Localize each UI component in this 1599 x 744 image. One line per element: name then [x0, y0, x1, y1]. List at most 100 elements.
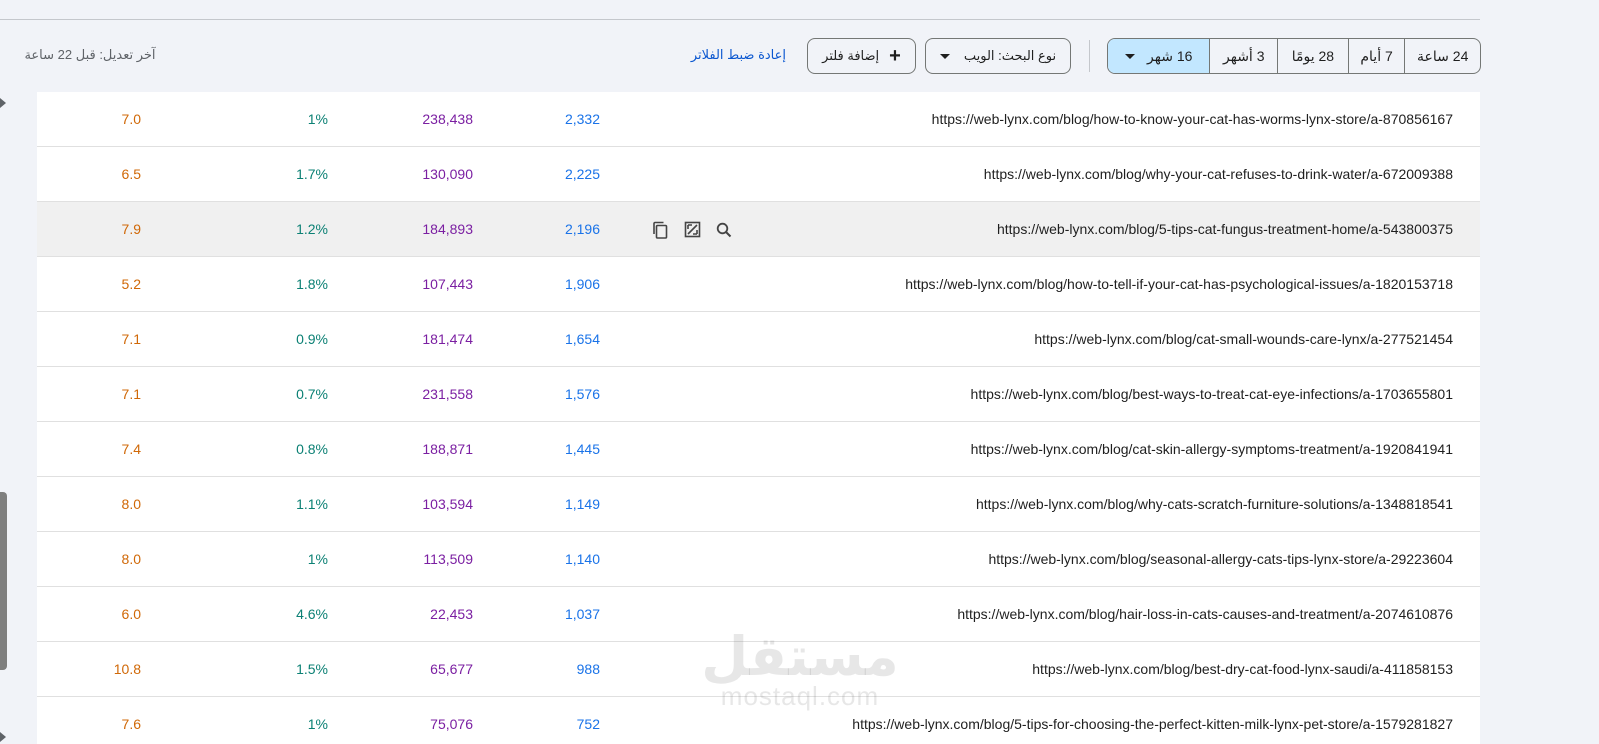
table-row[interactable]: https://web-lynx.com/blog/5-tips-for-cho…	[37, 697, 1480, 744]
ctr-cell: 4.6%	[296, 606, 328, 622]
table-row[interactable]: https://web-lynx.com/blog/best-dry-cat-f…	[37, 642, 1480, 697]
table-row[interactable]: https://web-lynx.com/blog/how-to-know-yo…	[37, 92, 1480, 147]
row-actions	[650, 202, 734, 257]
page-url-cell: https://web-lynx.com/blog/why-cats-scrat…	[975, 496, 1453, 512]
date-range-7d[interactable]: 7 أيام	[1347, 39, 1405, 73]
clicks-cell: 1,037	[564, 606, 600, 622]
clicks-cell: 2,196	[564, 221, 600, 237]
ctr-cell: 0.8%	[296, 441, 328, 457]
clicks-cell: 1,654	[564, 331, 600, 347]
table-row[interactable]: https://web-lynx.com/blog/5-tips-cat-fun…	[37, 202, 1480, 257]
impressions-cell: 65,677	[430, 661, 473, 677]
search-console-pages-report: 24 ساعة 7 أيام 28 يومًا 3 أشهر 16 شهر نو…	[0, 0, 1599, 744]
position-cell: 7.9	[121, 221, 141, 237]
impressions-cell: 75,076	[430, 716, 473, 732]
clicks-cell: 2,225	[564, 166, 600, 182]
scroll-down-arrow-icon[interactable]	[0, 732, 6, 742]
search-type-label: نوع البحث: الويب	[963, 48, 1057, 63]
position-cell: 7.6	[121, 716, 141, 732]
position-cell: 7.4	[121, 441, 141, 457]
header-divider	[0, 19, 1480, 20]
clicks-cell: 1,140	[564, 551, 600, 567]
impressions-cell: 130,090	[422, 166, 473, 182]
table-row[interactable]: https://web-lynx.com/blog/cat-small-woun…	[37, 312, 1480, 367]
position-cell: 8.0	[121, 496, 141, 512]
date-range-28d[interactable]: 28 يومًا	[1277, 39, 1348, 73]
chevron-down-icon	[1125, 53, 1136, 59]
date-range-label: 24 ساعة	[1417, 47, 1469, 64]
impressions-cell: 238,438	[422, 111, 473, 127]
add-filter-button[interactable]: + إضافة فلتر	[807, 38, 916, 74]
page-url-cell: https://web-lynx.com/blog/why-your-cat-r…	[983, 166, 1453, 182]
position-cell: 7.0	[121, 111, 141, 127]
impressions-cell: 188,871	[422, 441, 473, 457]
table-row[interactable]: https://web-lynx.com/blog/how-to-tell-if…	[37, 257, 1480, 312]
reset-filters-link[interactable]: إعادة ضبط الفلاتر	[680, 47, 786, 63]
search-icon[interactable]	[714, 220, 734, 240]
search-type-dropdown[interactable]: نوع البحث: الويب	[925, 38, 1071, 74]
date-range-label: 3 أشهر	[1223, 47, 1265, 64]
ctr-cell: 1%	[307, 551, 328, 567]
ctr-cell: 1.5%	[296, 661, 328, 677]
date-range-3m[interactable]: 3 أشهر	[1209, 39, 1277, 73]
position-cell: 7.1	[121, 386, 141, 402]
page-url-cell: https://web-lynx.com/blog/5-tips-cat-fun…	[996, 221, 1453, 237]
last-updated-text: آخر تعديل: قبل 22 ساعة	[24, 47, 156, 62]
clicks-cell: 752	[576, 716, 600, 732]
pages-table: https://web-lynx.com/blog/how-to-know-yo…	[37, 92, 1480, 744]
chevron-down-icon	[939, 53, 950, 59]
add-filter-label: إضافة فلتر	[822, 48, 880, 63]
position-cell: 7.1	[121, 331, 141, 347]
copy-icon[interactable]	[650, 220, 670, 240]
scroll-up-arrow-icon[interactable]	[0, 98, 6, 108]
impressions-cell: 113,509	[423, 551, 473, 567]
page-url-cell: https://web-lynx.com/blog/seasonal-aller…	[988, 551, 1453, 567]
table-row[interactable]: https://web-lynx.com/blog/seasonal-aller…	[37, 532, 1480, 587]
clicks-cell: 1,576	[564, 386, 600, 402]
ctr-cell: 1%	[307, 111, 328, 127]
date-range-label: 28 يومًا	[1291, 47, 1335, 64]
table-row[interactable]: https://web-lynx.com/blog/hair-loss-in-c…	[37, 587, 1480, 642]
ctr-cell: 1.2%	[296, 221, 328, 237]
open-in-new-icon[interactable]	[682, 220, 702, 240]
page-url-cell: https://web-lynx.com/blog/how-to-tell-if…	[905, 276, 1453, 292]
date-range-selector: 24 ساعة 7 أيام 28 يومًا 3 أشهر 16 شهر	[1107, 38, 1481, 74]
position-cell: 6.5	[121, 166, 141, 182]
impressions-cell: 22,453	[430, 606, 473, 622]
position-cell: 10.8	[113, 661, 141, 677]
page-url-cell: https://web-lynx.com/blog/best-ways-to-t…	[970, 386, 1453, 402]
impressions-cell: 231,558	[422, 386, 473, 402]
clicks-cell: 1,906	[564, 276, 600, 292]
date-range-16m[interactable]: 16 شهر	[1108, 39, 1210, 73]
table-row[interactable]: https://web-lynx.com/blog/best-ways-to-t…	[37, 367, 1480, 422]
page-url-cell: https://web-lynx.com/blog/5-tips-for-cho…	[852, 716, 1453, 732]
ctr-cell: 1.8%	[296, 276, 328, 292]
position-cell: 5.2	[121, 276, 141, 292]
ctr-cell: 1.1%	[296, 496, 328, 512]
clicks-cell: 1,149	[564, 496, 600, 512]
ctr-cell: 1%	[307, 716, 328, 732]
table-row[interactable]: https://web-lynx.com/blog/why-your-cat-r…	[37, 147, 1480, 202]
page-url-cell: https://web-lynx.com/blog/how-to-know-yo…	[931, 111, 1453, 127]
page-url-cell: https://web-lynx.com/blog/cat-small-woun…	[1034, 331, 1453, 347]
date-range-24h[interactable]: 24 ساعة	[1404, 39, 1480, 73]
scrollbar-thumb[interactable]	[0, 492, 7, 670]
impressions-cell: 107,443	[422, 276, 473, 292]
date-range-label: 16 شهر	[1147, 47, 1193, 64]
toolbar-divider	[1089, 40, 1090, 72]
impressions-cell: 184,893	[422, 221, 473, 237]
impressions-cell: 103,594	[422, 496, 473, 512]
ctr-cell: 1.7%	[296, 166, 328, 182]
impressions-cell: 181,474	[422, 331, 473, 347]
position-cell: 8.0	[121, 551, 141, 567]
ctr-cell: 0.9%	[296, 331, 328, 347]
date-range-label: 7 أيام	[1360, 47, 1393, 64]
table-row[interactable]: https://web-lynx.com/blog/why-cats-scrat…	[37, 477, 1480, 532]
clicks-cell: 2,332	[564, 111, 600, 127]
clicks-cell: 1,445	[564, 441, 600, 457]
ctr-cell: 0.7%	[296, 386, 328, 402]
plus-icon: +	[889, 45, 901, 67]
table-row[interactable]: https://web-lynx.com/blog/cat-skin-aller…	[37, 422, 1480, 477]
clicks-cell: 988	[576, 661, 600, 677]
page-url-cell: https://web-lynx.com/blog/best-dry-cat-f…	[1032, 661, 1453, 677]
